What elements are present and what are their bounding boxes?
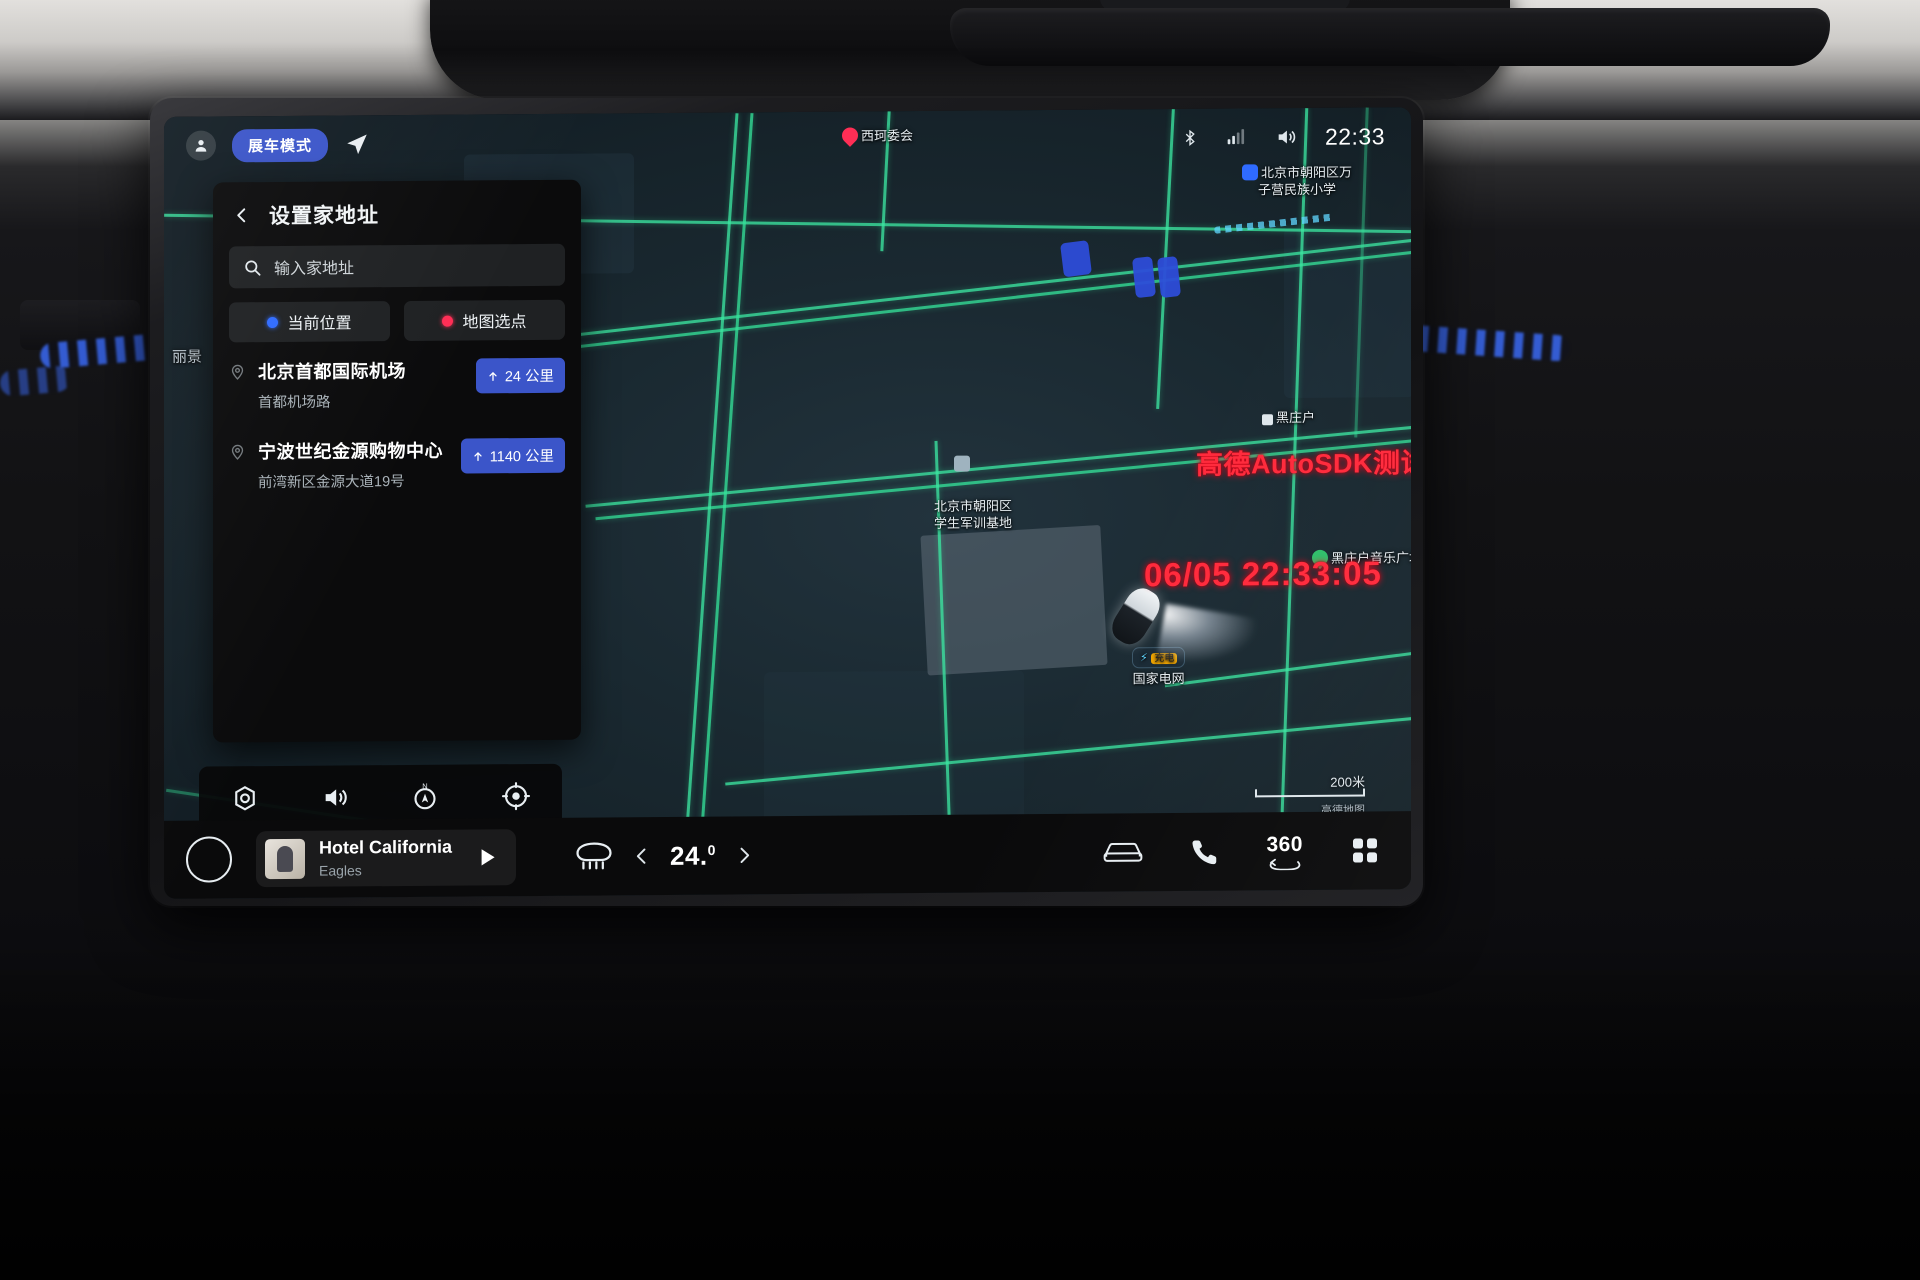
clock: 22:33	[1324, 122, 1385, 150]
location-dot-icon	[267, 316, 279, 328]
bolt-icon: ⚡	[1140, 652, 1148, 665]
map-pin-outline-icon	[231, 444, 244, 460]
current-location-button[interactable]: 当前位置	[229, 301, 390, 343]
ambient-light-left-2	[0, 364, 71, 398]
place-dot-icon	[1262, 414, 1273, 426]
search-icon	[245, 260, 261, 276]
pick-on-map-button[interactable]: 地图选点	[404, 299, 565, 342]
navigation-arrow-icon[interactable]	[344, 131, 370, 157]
speaker-icon[interactable]	[321, 783, 349, 811]
watermark-brand: 高德AutoSDK测试版本	[1196, 447, 1411, 480]
ambient-light-right	[1399, 324, 1571, 362]
map-poi-label: 丽景	[172, 348, 203, 366]
map-blue-marker	[1060, 240, 1092, 278]
arrow-up-icon	[474, 451, 482, 461]
display-mode-chip[interactable]: 展车模式	[232, 128, 329, 162]
map-poi-training-base[interactable]: 北京市朝阳区 学生军训基地	[934, 482, 1012, 531]
map-pin-icon	[954, 455, 970, 472]
map-pin-icon	[442, 315, 454, 327]
camera-360-icon	[1269, 858, 1301, 870]
map-poi-marker	[954, 455, 973, 473]
distance-badge: 24 公里	[475, 357, 565, 394]
bluetooth-icon[interactable]	[1181, 127, 1199, 149]
media-widget[interactable]: Hotel California Eagles	[256, 828, 517, 888]
play-icon[interactable]	[474, 844, 500, 870]
list-item[interactable]: 宁波世纪金源购物中心 前湾新区金源大道19号 1140 公里	[213, 420, 581, 503]
map-building-block	[920, 524, 1108, 676]
climate-controls: 24.0	[574, 839, 754, 872]
list-item[interactable]: 北京首都国际机场 首都机场路 24 公里	[213, 340, 581, 423]
car-icon[interactable]	[1102, 838, 1144, 866]
map-poi-label: 黑庄户	[1276, 409, 1316, 426]
map-poi-heizhuanghu[interactable]: 黑庄户	[1262, 410, 1315, 427]
cellular-signal-icon[interactable]	[1225, 127, 1247, 147]
map-blue-marker	[1131, 256, 1157, 299]
track-title: Hotel California	[319, 836, 453, 858]
camera-360-label: 360	[1266, 832, 1303, 856]
person-icon	[195, 139, 207, 152]
temperature-value: 24.0	[670, 840, 716, 871]
temperature-increase-button[interactable]	[734, 843, 754, 867]
map-pin-outline-icon	[231, 364, 244, 380]
track-artist: Eagles	[319, 862, 362, 880]
temperature-integer: 24.	[670, 840, 708, 871]
speaker-icon[interactable]	[1273, 126, 1299, 148]
svg-text:N: N	[422, 782, 427, 791]
result-address: 首都机场路	[258, 394, 331, 412]
map-poi-label: 北京市朝阳区万 子营民族小学	[1258, 164, 1353, 197]
result-name: 宁波世纪金源购物中心	[258, 440, 443, 463]
apps-grid-icon[interactable]	[1349, 834, 1381, 866]
address-search-box[interactable]: 输入家地址	[229, 243, 565, 289]
panel-title: 设置家地址	[269, 204, 379, 229]
map-poi-label: 北京市朝阳区 学生军训基地	[934, 498, 1013, 531]
map-scale-label: 200米	[1330, 774, 1365, 790]
map-blue-marker	[1156, 256, 1182, 299]
map-poi-lijing[interactable]: 丽景	[172, 349, 202, 368]
set-home-address-panel: 设置家地址 输入家地址 当前位置 地图选点 北京首都国际机场 首都机场路 24 …	[213, 179, 581, 743]
arrow-up-icon	[489, 371, 497, 381]
quick-action-row: 当前位置 地图选点	[229, 299, 565, 343]
locate-me-icon[interactable]	[501, 781, 531, 811]
distance-label: 24 公里	[504, 368, 554, 386]
distance-label: 1140 公里	[489, 448, 554, 466]
profile-avatar-button[interactable]	[186, 130, 216, 161]
defrost-icon[interactable]	[574, 840, 614, 872]
search-input[interactable]: 输入家地址	[274, 254, 354, 279]
phone-icon[interactable]	[1190, 837, 1220, 867]
panel-header: 设置家地址	[213, 180, 581, 245]
chevron-left-icon[interactable]	[233, 201, 251, 229]
vehicle-headlight-beam	[1147, 603, 1295, 729]
hood-vent-slot	[950, 8, 1830, 66]
surround-view-button[interactable]: 360	[1266, 832, 1303, 870]
home-circle-icon[interactable]	[186, 836, 232, 883]
school-icon	[1242, 164, 1258, 181]
album-art-icon	[265, 838, 305, 880]
infotainment-screen-bezel: 西珂委会 北京市朝阳区万 子营民族小学 黑庄户 北京市朝阳区 学生军训基地 黑庄…	[150, 98, 1423, 906]
result-name: 北京首都国际机场	[258, 360, 406, 383]
temperature-decimal: 0	[707, 841, 716, 858]
result-address: 前湾新区金源大道19号	[258, 474, 405, 492]
watermark-timestamp: 06/05 22:33:05	[1144, 554, 1382, 594]
settings-gear-icon[interactable]	[230, 783, 260, 813]
status-bar: 展车模式 22:33	[164, 107, 1411, 175]
bottom-control-bar: Hotel California Eagles 24.0 360	[164, 811, 1411, 899]
center-console-shadow	[0, 940, 1920, 1280]
current-location-label: 当前位置	[287, 315, 352, 333]
pick-on-map-label: 地图选点	[462, 314, 527, 332]
map-scale-line	[1255, 794, 1365, 798]
temperature-decrease-button[interactable]	[632, 844, 652, 868]
screen-hood	[430, 0, 1830, 100]
compass-north-icon[interactable]: N	[410, 782, 440, 812]
infotainment-screen: 西珂委会 北京市朝阳区万 子营民族小学 黑庄户 北京市朝阳区 学生军训基地 黑庄…	[164, 107, 1411, 899]
distance-badge: 1140 公里	[460, 437, 565, 474]
